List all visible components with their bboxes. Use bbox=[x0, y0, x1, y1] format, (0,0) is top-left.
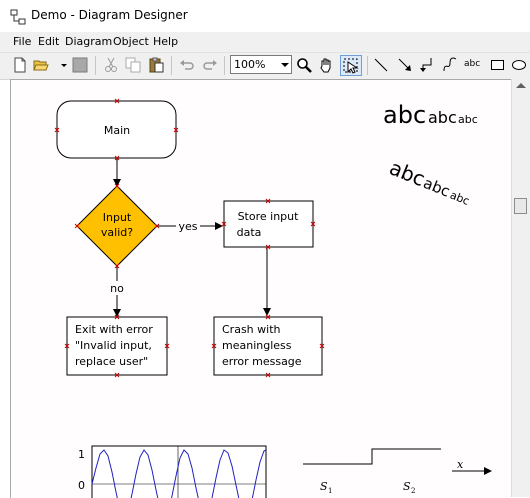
zoom-select[interactable]: 100% bbox=[230, 55, 292, 74]
menu-edit[interactable]: Edit bbox=[38, 35, 59, 48]
crash-label-line3: error message bbox=[222, 355, 302, 368]
chevron-down-icon bbox=[281, 63, 289, 67]
redo-icon[interactable] bbox=[202, 57, 218, 73]
hand-pan-icon[interactable] bbox=[318, 57, 334, 73]
menu-object[interactable]: Object bbox=[113, 35, 149, 48]
menu-diagram[interactable]: Diagram bbox=[65, 35, 112, 48]
text-sample-medium: abc bbox=[428, 108, 457, 127]
crash-node[interactable]: Crash with meaningless error message bbox=[213, 316, 323, 376]
text-sample-rotated[interactable]: abc abc abc bbox=[386, 155, 475, 209]
rotated-text-medium: abc bbox=[421, 174, 453, 201]
rectangle-tool-icon[interactable] bbox=[490, 57, 506, 73]
yes-label: yes bbox=[178, 220, 197, 233]
toolbar-separator bbox=[95, 56, 96, 75]
s2-label: S bbox=[403, 480, 411, 493]
no-label: no bbox=[110, 282, 124, 295]
toolbar: 100% abc bbox=[0, 53, 530, 80]
cut-icon[interactable] bbox=[103, 57, 119, 73]
curve-tool-icon[interactable] bbox=[442, 57, 458, 73]
text-sample-horizontal[interactable]: abc abc abc bbox=[383, 101, 478, 129]
rotated-text-small: abc bbox=[448, 188, 471, 207]
select-pointer-icon bbox=[343, 58, 359, 74]
toolbar-separator bbox=[224, 56, 225, 75]
crash-label-line2: meaningless bbox=[222, 339, 292, 352]
crash-label-line1: Crash with bbox=[222, 323, 281, 336]
decision-label-line1: Input bbox=[103, 211, 132, 224]
plot-frame bbox=[91, 445, 267, 498]
text-tool-button[interactable]: abc bbox=[464, 59, 480, 69]
title-bar: Demo - Diagram Designer bbox=[0, 0, 530, 32]
store-label-line2: data bbox=[237, 226, 262, 239]
arrow-line-tool-icon[interactable] bbox=[397, 57, 413, 73]
toolbar-separator bbox=[171, 56, 172, 75]
s1-subscript: 1 bbox=[328, 487, 332, 495]
open-folder-icon[interactable] bbox=[33, 57, 49, 73]
decision-label-line2: valid? bbox=[101, 226, 133, 239]
select-tool-button[interactable] bbox=[340, 55, 362, 76]
copy-icon[interactable] bbox=[125, 57, 141, 73]
start-label: Main bbox=[104, 124, 130, 137]
save-icon[interactable] bbox=[72, 57, 88, 73]
store-label-line1: Store input bbox=[238, 210, 300, 223]
scroll-thumb[interactable] bbox=[514, 198, 527, 214]
open-dropdown-arrow-icon[interactable] bbox=[56, 57, 67, 73]
scroll-up-arrow-icon[interactable] bbox=[516, 83, 526, 88]
exit-label-line1: Exit with error bbox=[75, 323, 153, 336]
zoom-magnifier-icon[interactable] bbox=[296, 57, 312, 73]
exit-label-line3: replace user" bbox=[75, 355, 148, 368]
x-axis-label: x bbox=[457, 458, 464, 471]
s2-subscript: 2 bbox=[411, 487, 415, 495]
text-sample-large: abc bbox=[383, 101, 426, 129]
diagram-canvas[interactable]: Main Input valid? yes no Store input dat… bbox=[10, 79, 511, 498]
text-sample-small: abc bbox=[458, 113, 478, 126]
exit-label-line2: "Invalid input, bbox=[75, 339, 152, 352]
menu-help[interactable]: Help bbox=[153, 35, 178, 48]
step-signal[interactable]: x S 1 S 2 bbox=[303, 448, 492, 495]
start-node[interactable]: Main bbox=[56, 100, 177, 159]
window-title: Demo - Diagram Designer bbox=[31, 8, 188, 22]
menu-bar: File Edit Diagram Object Help bbox=[0, 32, 530, 53]
step-line bbox=[303, 448, 441, 465]
s1-label: S bbox=[320, 480, 328, 493]
diagram-app-icon bbox=[10, 9, 26, 25]
undo-icon[interactable] bbox=[179, 57, 195, 73]
toolbar-separator bbox=[367, 56, 368, 75]
decision-node[interactable]: Input valid? bbox=[76, 185, 158, 267]
vertical-scrollbar[interactable] bbox=[511, 79, 530, 497]
line-tool-icon[interactable] bbox=[373, 57, 389, 73]
store-data-node[interactable]: Store input data bbox=[223, 200, 314, 248]
plot-ytick-0: 0 bbox=[78, 479, 85, 492]
exit-error-node[interactable]: Exit with error "Invalid input, replace … bbox=[66, 316, 168, 376]
menu-file[interactable]: File bbox=[13, 35, 31, 48]
plot-ytick-1: 1 bbox=[78, 448, 85, 461]
paste-icon[interactable] bbox=[148, 57, 164, 73]
new-document-icon[interactable] bbox=[12, 57, 28, 73]
ellipse-tool-icon[interactable] bbox=[511, 57, 527, 73]
canvas-drawing: Main Input valid? yes no Store input dat… bbox=[54, 98, 492, 498]
connector-tool-icon[interactable] bbox=[419, 57, 435, 73]
zoom-value: 100% bbox=[234, 58, 266, 71]
sine-plot[interactable]: 1 0 bbox=[78, 445, 267, 498]
